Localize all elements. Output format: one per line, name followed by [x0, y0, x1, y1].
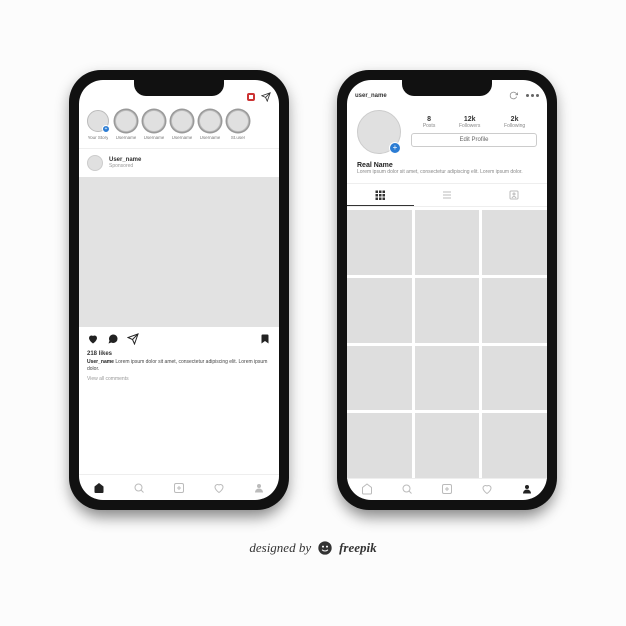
nav-add-icon[interactable] — [173, 482, 185, 494]
grid-post[interactable] — [347, 413, 412, 478]
attribution-prefix: designed by — [249, 540, 311, 556]
activity-badge-icon[interactable] — [247, 93, 255, 101]
feed-top-bar — [79, 80, 279, 104]
comment-icon[interactable] — [107, 333, 119, 345]
nav-activity-icon[interactable] — [481, 483, 493, 495]
grid-post[interactable] — [415, 413, 480, 478]
view-comments-link[interactable]: View all comments — [79, 374, 279, 386]
nav-profile-icon[interactable] — [521, 483, 533, 495]
edit-profile-button[interactable]: Edit Profile — [411, 133, 537, 147]
grid-post[interactable] — [482, 278, 547, 343]
story-label: Username — [200, 135, 221, 140]
tab-tagged[interactable] — [480, 184, 547, 206]
nav-profile-icon[interactable] — [253, 482, 265, 494]
add-story-badge-icon: + — [102, 125, 110, 133]
profile-posts-grid — [347, 207, 547, 478]
grid-post[interactable] — [347, 210, 412, 275]
post-caption: User_name Lorem ipsum dolor sit amet, co… — [79, 357, 279, 374]
bottom-nav — [79, 474, 279, 500]
grid-post[interactable] — [347, 278, 412, 343]
story-label: St.user — [231, 135, 245, 140]
nav-search-icon[interactable] — [133, 482, 145, 494]
post-header[interactable]: User_name Sponsored — [79, 149, 279, 177]
story-item[interactable]: Username — [199, 110, 221, 140]
stat-following[interactable]: 2k Following — [504, 116, 525, 129]
story-avatar: + — [87, 110, 109, 132]
attribution: designed by freepik — [249, 540, 376, 556]
story-label: Your Story — [88, 135, 109, 140]
caption-username[interactable]: User_name — [87, 359, 114, 365]
nav-home-icon[interactable] — [93, 482, 105, 494]
story-avatar — [227, 110, 249, 132]
direct-message-icon[interactable] — [261, 92, 271, 102]
share-icon[interactable] — [127, 333, 139, 345]
nav-search-icon[interactable] — [401, 483, 413, 495]
freepik-logo-icon — [317, 540, 333, 556]
post-author-avatar — [87, 155, 103, 171]
add-story-badge-icon: + — [389, 142, 401, 154]
story-item[interactable]: St.user — [227, 110, 249, 140]
story-label: Username — [116, 135, 137, 140]
story-avatar — [115, 110, 137, 132]
grid-post[interactable] — [482, 346, 547, 411]
story-label: Username — [172, 135, 193, 140]
caption-text: Lorem ipsum dolor sit amet, consectetur … — [87, 359, 267, 372]
phone-feed: + Your Story Username Username Username — [69, 70, 289, 510]
phone-mockups: + Your Story Username Username Username — [69, 70, 557, 510]
like-icon[interactable] — [87, 333, 99, 345]
tab-grid[interactable] — [347, 184, 414, 206]
story-avatar — [143, 110, 165, 132]
profile-stats: 8 Posts 12k Followers 2k Following Edit … — [411, 116, 537, 147]
profile-username[interactable]: user_name — [355, 93, 387, 99]
grid-post[interactable] — [347, 346, 412, 411]
post-image[interactable] — [79, 177, 279, 327]
profile-screen: user_name + 8 Posts — [347, 80, 547, 500]
story-item[interactable]: Username — [171, 110, 193, 140]
story-label: Username — [144, 135, 165, 140]
nav-activity-icon[interactable] — [213, 482, 225, 494]
grid-post[interactable] — [482, 413, 547, 478]
profile-top-bar: user_name — [347, 80, 547, 102]
story-item[interactable]: Username — [115, 110, 137, 140]
post-sponsored-label: Sponsored — [109, 163, 141, 169]
story-your-story[interactable]: + Your Story — [87, 110, 109, 140]
nav-home-icon[interactable] — [361, 483, 373, 495]
grid-post[interactable] — [415, 278, 480, 343]
profile-bio: Real Name Lorem ipsum dolor sit amet, co… — [347, 158, 547, 184]
tab-list[interactable] — [414, 184, 481, 206]
grid-post[interactable] — [415, 346, 480, 411]
profile-tabs — [347, 183, 547, 207]
profile-real-name: Real Name — [357, 162, 537, 169]
story-avatar — [171, 110, 193, 132]
profile-bio-text: Lorem ipsum dolor sit amet, consectetur … — [357, 169, 537, 176]
stat-posts[interactable]: 8 Posts — [423, 116, 436, 129]
profile-summary: + 8 Posts 12k Followers 2k — [347, 102, 547, 158]
stories-row[interactable]: + Your Story Username Username Username — [79, 104, 279, 149]
post-actions — [79, 327, 279, 351]
refresh-icon[interactable] — [509, 91, 518, 100]
attribution-brand: freepik — [339, 540, 377, 556]
bottom-nav — [347, 478, 547, 500]
nav-add-icon[interactable] — [441, 483, 453, 495]
grid-post[interactable] — [482, 210, 547, 275]
grid-post[interactable] — [415, 210, 480, 275]
story-item[interactable]: Username — [143, 110, 165, 140]
story-avatar — [199, 110, 221, 132]
more-options-icon[interactable] — [526, 94, 539, 97]
phone-profile: user_name + 8 Posts — [337, 70, 557, 510]
bookmark-icon[interactable] — [259, 333, 271, 345]
feed-screen: + Your Story Username Username Username — [79, 80, 279, 500]
profile-avatar[interactable]: + — [357, 110, 401, 154]
stat-followers[interactable]: 12k Followers — [459, 116, 480, 129]
